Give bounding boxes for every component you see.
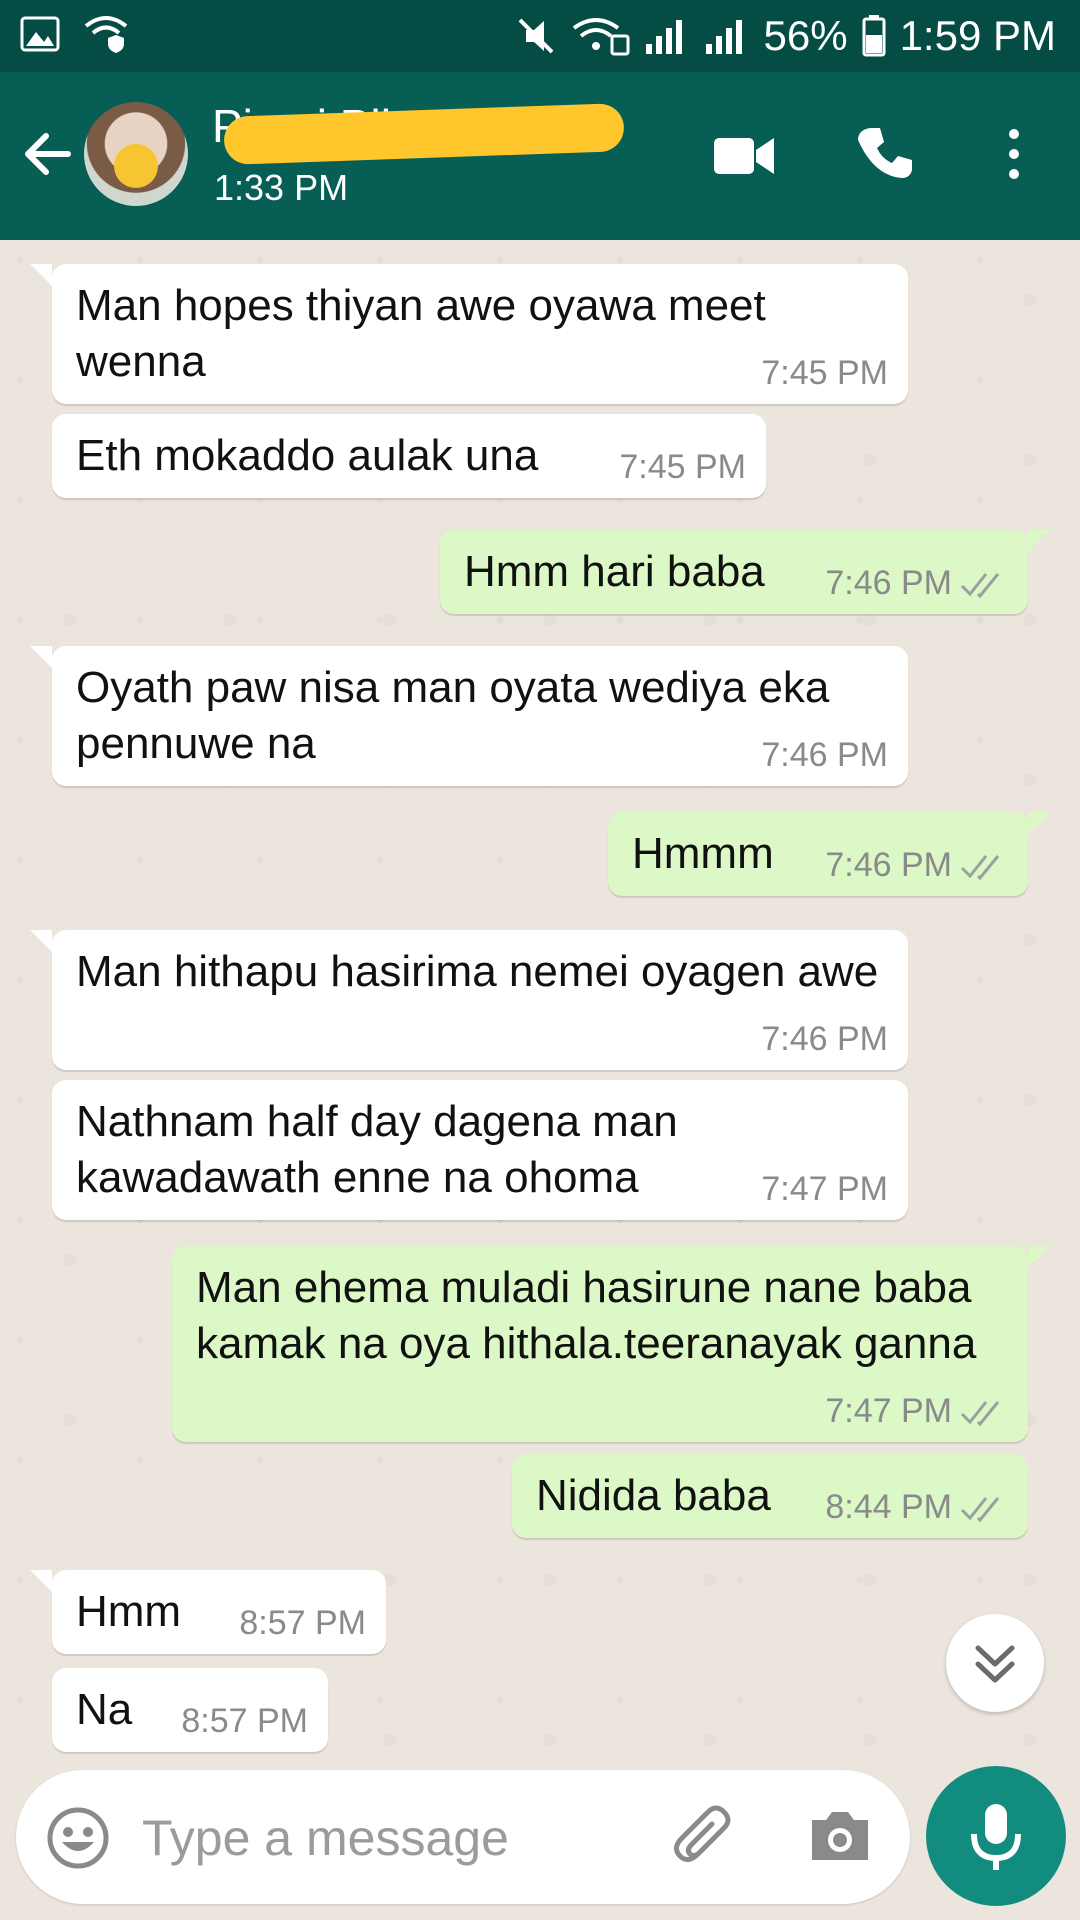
message-time: 7:46 PM: [761, 1020, 888, 1058]
message-time: 7:46 PM: [761, 736, 888, 774]
double-chevron-down-icon: [975, 1645, 1015, 1683]
message-input[interactable]: [140, 1798, 644, 1878]
message-text: Man hopes thiyan awe oyawa meet wenna: [76, 281, 766, 386]
double-check-icon: [960, 573, 1000, 599]
message-text: Oyath paw nisa man oyata wediya eka penn…: [76, 663, 830, 768]
message-time: 8:44 PM: [825, 1488, 952, 1526]
message-text: Eth mokaddo aulak una: [76, 431, 539, 480]
signal-icon-2: [705, 20, 742, 54]
wifi-shield-icon: [84, 16, 128, 53]
double-check-icon: [960, 855, 1000, 881]
message-outgoing[interactable]: Hmm hari baba 7:46 PM: [440, 530, 1050, 614]
message-time: 7:46 PM: [825, 564, 952, 602]
message-text: Nidida baba: [536, 1471, 771, 1520]
arrow-left-icon[interactable]: [18, 124, 78, 184]
message-incoming[interactable]: Na 8:57 PM: [52, 1668, 328, 1752]
message-time: 7:47 PM: [825, 1392, 952, 1430]
message-time: 8:57 PM: [239, 1604, 366, 1642]
message-outgoing[interactable]: Hmmm 7:46 PM: [608, 812, 1050, 896]
status-time: 1:59 PM: [899, 12, 1056, 59]
smiley-icon[interactable]: [46, 1806, 110, 1870]
avatar[interactable]: [84, 102, 188, 206]
message-text: Nathnam half day dagena man kawadawath e…: [76, 1097, 678, 1202]
message-time: 7:46 PM: [825, 846, 952, 884]
message-incoming[interactable]: Eth mokaddo aulak una 7:45 PM: [52, 414, 766, 498]
message-time: 7:47 PM: [761, 1170, 888, 1208]
message-time: 8:57 PM: [181, 1702, 308, 1740]
camera-icon[interactable]: [808, 1806, 872, 1866]
gallery-notification-icon: [20, 16, 60, 52]
mute-icon: [518, 18, 553, 54]
message-text: Man hithapu hasirima nemei oyagen awe: [76, 947, 879, 996]
message-list[interactable]: Man hopes thiyan awe oyawa meet wenna 7:…: [0, 240, 1080, 1770]
message-incoming[interactable]: Oyath paw nisa man oyata wediya eka penn…: [30, 646, 908, 786]
message-incoming[interactable]: Man hithapu hasirima nemei oyagen awe 7:…: [30, 930, 908, 1070]
double-check-icon: [960, 1497, 1000, 1523]
message-time: 7:45 PM: [761, 354, 888, 392]
message-text: Hmmm: [632, 829, 774, 878]
paperclip-icon[interactable]: [670, 1804, 740, 1874]
message-incoming[interactable]: Nathnam half day dagena man kawadawath e…: [52, 1080, 908, 1220]
message-time: 7:45 PM: [619, 448, 746, 486]
message-outgoing[interactable]: Man ehema muladi hasirune nane baba kama…: [172, 1246, 1050, 1442]
message-text: Na: [76, 1685, 133, 1734]
battery-icon: [862, 15, 886, 57]
microphone-icon: [971, 1804, 1021, 1870]
battery-percent: 56%: [763, 12, 848, 59]
double-check-icon: [960, 1401, 1000, 1427]
message-text: Hmm: [76, 1587, 182, 1636]
voice-record-button[interactable]: [926, 1766, 1066, 1906]
phone-icon[interactable]: [856, 124, 916, 184]
last-seen-time: 1:33 PM: [214, 167, 349, 208]
more-vert-icon[interactable]: [996, 124, 1032, 184]
video-camera-icon[interactable]: [712, 130, 776, 182]
message-outgoing[interactable]: Nidida baba 8:44 PM: [512, 1454, 1028, 1538]
status-bar: 56% 1:59 PM: [0, 0, 1080, 72]
scroll-to-bottom-button[interactable]: [946, 1614, 1044, 1712]
signal-icon: [645, 20, 682, 54]
message-composer: [16, 1770, 910, 1904]
chat-header: Piumi Pil... 1:33 PM: [0, 72, 1080, 240]
message-incoming[interactable]: Man hopes thiyan awe oyawa meet wenna 7:…: [30, 264, 908, 404]
wifi-icon: [572, 18, 630, 56]
message-incoming[interactable]: Hmm 8:57 PM: [30, 1570, 386, 1654]
message-text: Man ehema muladi hasirune nane baba kama…: [196, 1263, 977, 1368]
message-text: Hmm hari baba: [464, 547, 765, 596]
